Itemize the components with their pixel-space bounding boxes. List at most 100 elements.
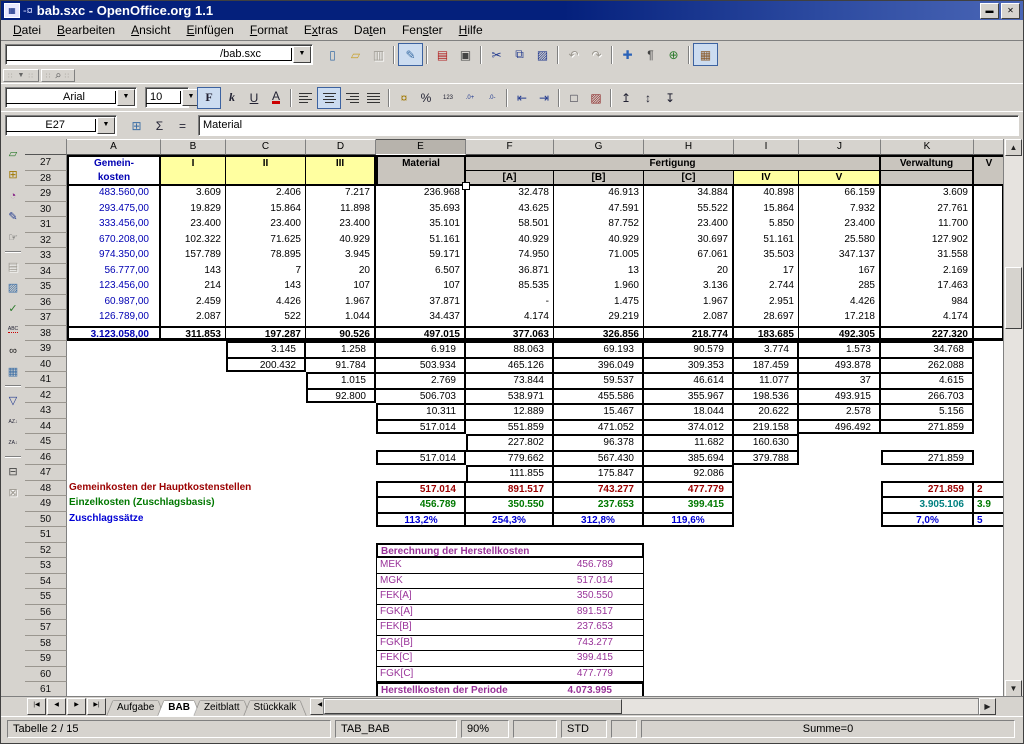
status-sheet-position[interactable]: Tabelle 2 / 15 — [7, 720, 331, 738]
sheet-tab-zeitblatt[interactable]: Zeitblatt — [194, 700, 250, 716]
row-header-41[interactable]: 41 — [25, 372, 67, 388]
cell-E42[interactable]: 506.703 — [376, 388, 466, 404]
cell-F47[interactable]: 111.855 — [466, 465, 554, 481]
minimize-button[interactable]: ▬ — [980, 3, 999, 19]
cell-J38[interactable]: 492.305 — [799, 326, 881, 342]
menu-item-extras[interactable]: Extras — [296, 21, 346, 39]
insert-icon[interactable]: ▱ — [3, 144, 23, 163]
cell-H35[interactable]: 3.136 — [644, 279, 734, 295]
cell-spacer[interactable] — [306, 434, 376, 450]
cell-G34[interactable]: 13 — [554, 264, 644, 280]
format-standard-icon[interactable]: 123 — [437, 88, 459, 108]
cell-B32[interactable]: 102.322 — [161, 233, 226, 249]
cell-A36[interactable]: 60.987,00 — [67, 295, 161, 311]
borders-icon[interactable]: □ — [563, 88, 585, 108]
cell-H42[interactable]: 355.967 — [644, 388, 734, 404]
cell-J31[interactable]: 23.400 — [799, 217, 881, 233]
cell-F59[interactable]: 399.415 — [466, 651, 644, 667]
cell-D39[interactable]: 1.258 — [306, 341, 376, 357]
cell-D40[interactable]: 91.784 — [306, 357, 376, 373]
cell-J42[interactable]: 493.915 — [799, 388, 881, 404]
formula-input[interactable]: Material — [198, 115, 1019, 136]
cell-spacer[interactable] — [376, 465, 466, 481]
column-header-C[interactable]: C — [226, 139, 306, 155]
row-header-51[interactable]: 51 — [25, 527, 67, 543]
cell-J44[interactable]: 496.492 — [799, 419, 881, 435]
cell-F32[interactable]: 40.929 — [466, 233, 554, 249]
cell-D32[interactable]: 40.929 — [306, 233, 376, 249]
cell-L31[interactable] — [974, 217, 1004, 233]
row-header-32[interactable]: 32 — [25, 233, 67, 249]
cell-D33[interactable]: 3.945 — [306, 248, 376, 264]
row-header-61[interactable]: 61 — [25, 682, 67, 697]
navigator-icon[interactable]: ✚ — [616, 44, 639, 65]
export-pdf-icon[interactable]: ▤ — [431, 44, 454, 65]
column-header-F[interactable]: F — [466, 139, 554, 155]
scroll-up-button[interactable]: ▲ — [1005, 139, 1022, 156]
cell-D30[interactable]: 11.898 — [306, 202, 376, 218]
cell-I38[interactable]: 183.685 — [734, 326, 799, 342]
cell-A50[interactable]: Zuschlagssätze — [67, 512, 376, 528]
sheet-corner-box[interactable] — [25, 139, 67, 155]
column-header-K[interactable]: K — [881, 139, 974, 155]
cell-F28[interactable]: [A] — [466, 171, 554, 187]
cell-spacer[interactable] — [974, 357, 1004, 373]
chevron-down-icon[interactable]: ▼ — [293, 46, 311, 63]
cell-F53[interactable]: 456.789 — [466, 558, 644, 574]
row-header-44[interactable]: 44 — [25, 419, 67, 435]
cell-I30[interactable]: 15.864 — [734, 202, 799, 218]
cell-F33[interactable]: 74.950 — [466, 248, 554, 264]
row-header-28[interactable]: 28 — [25, 171, 67, 187]
next-sheet-button[interactable]: ▶ — [67, 698, 86, 715]
cell-F45[interactable]: 227.802 — [466, 434, 554, 450]
cell-G43[interactable]: 15.467 — [554, 403, 644, 419]
cell-A30[interactable]: 293.475,00 — [67, 202, 161, 218]
cell-I43[interactable]: 20.622 — [734, 403, 799, 419]
column-header-I[interactable]: I — [734, 139, 799, 155]
cell-L50[interactable]: 5 — [974, 512, 1004, 528]
sheet-tab-st-ckkalk[interactable]: Stückkalk — [244, 700, 307, 716]
cell-I29[interactable]: 40.898 — [734, 186, 799, 202]
cell-spacer[interactable] — [799, 481, 881, 497]
cell-G48[interactable]: 743.277 — [554, 481, 644, 497]
delete-decimal-icon[interactable]: .0- — [481, 88, 503, 108]
cell-D37[interactable]: 1.044 — [306, 310, 376, 326]
cell-K35[interactable]: 17.463 — [881, 279, 974, 295]
cell-C38[interactable]: 197.287 — [226, 326, 306, 342]
cell-H33[interactable]: 67.061 — [644, 248, 734, 264]
sort-ascending-icon[interactable]: AZ↓ — [3, 412, 23, 431]
cell-G45[interactable]: 96.378 — [554, 434, 644, 450]
open-icon[interactable]: ▱ — [344, 44, 367, 65]
cell-G44[interactable]: 471.052 — [554, 419, 644, 435]
cell-F38[interactable]: 377.063 — [466, 326, 554, 342]
column-header-A[interactable]: A — [67, 139, 161, 155]
cell-K27[interactable]: Verwaltung — [881, 155, 974, 171]
cell-E35[interactable]: 107 — [376, 279, 466, 295]
print-icon[interactable]: ▣ — [454, 44, 477, 65]
cell-A32[interactable]: 670.208,00 — [67, 233, 161, 249]
cell-A29[interactable]: 483.560,00 — [67, 186, 161, 202]
cell-G29[interactable]: 46.913 — [554, 186, 644, 202]
row-header-31[interactable]: 31 — [25, 217, 67, 233]
column-header-J[interactable]: J — [799, 139, 881, 155]
cell-spacer[interactable] — [734, 512, 799, 528]
cell-spacer[interactable] — [67, 403, 161, 419]
cell-F36[interactable]: - — [466, 295, 554, 311]
cell-I41[interactable]: 11.077 — [734, 372, 799, 388]
cell-spacer[interactable] — [226, 419, 306, 435]
menu-item-hilfe[interactable]: Hilfe — [451, 21, 491, 39]
menu-item-einf-gen[interactable]: Einfügen — [178, 21, 241, 39]
cell-B29[interactable]: 3.609 — [161, 186, 226, 202]
row-header-59[interactable]: 59 — [25, 651, 67, 667]
menu-item-format[interactable]: Format — [242, 21, 296, 39]
cell-spacer[interactable] — [161, 450, 226, 466]
status-selection-mode[interactable]: STD — [561, 720, 607, 738]
align-right-button[interactable] — [341, 88, 363, 108]
cell-F41[interactable]: 73.844 — [466, 372, 554, 388]
cell-H44[interactable]: 374.012 — [644, 419, 734, 435]
column-header-H[interactable]: H — [644, 139, 734, 155]
cell-A28[interactable]: kosten — [67, 171, 161, 187]
cell-spacer[interactable] — [67, 558, 376, 574]
cell-K31[interactable]: 11.700 — [881, 217, 974, 233]
cell-spacer[interactable] — [734, 465, 799, 481]
